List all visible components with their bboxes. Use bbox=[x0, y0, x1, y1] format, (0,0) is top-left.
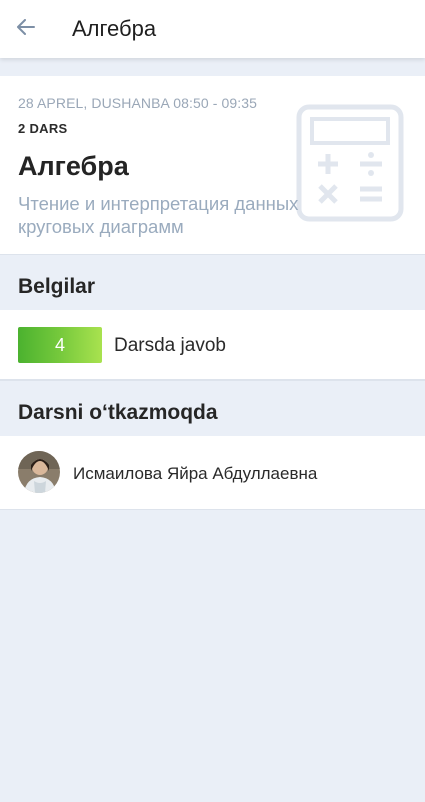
teacher-name: Исмаилова Яйра Абдуллаевна bbox=[73, 464, 318, 483]
lesson-number: 2 DARS bbox=[18, 121, 68, 136]
teacher-section-header: Darsni o‘tkazmoqda bbox=[0, 380, 425, 436]
lesson-topic: Чтение и интерпретация данных круговых д… bbox=[18, 193, 299, 237]
marks-section-title: Belgilar bbox=[18, 275, 96, 298]
lesson-card: 28 APREL, DUSHANBA 08:50 - 09:35 2 DARS … bbox=[0, 76, 425, 254]
teacher-row[interactable]: Исмаилова Яйра Абдуллаевна bbox=[0, 436, 425, 510]
teacher-section-title: Darsni o‘tkazmoqda bbox=[18, 401, 218, 424]
page-title: Алгебра bbox=[72, 16, 157, 41]
grade-row[interactable]: 4 Darsda javob bbox=[0, 310, 425, 380]
teacher-avatar bbox=[18, 451, 60, 493]
arrow-left-icon bbox=[16, 18, 36, 40]
app-bar: Алгебра bbox=[0, 0, 425, 58]
lesson-date-time: 28 APREL, DUSHANBA 08:50 - 09:35 bbox=[18, 95, 257, 111]
lesson-subject: Алгебра bbox=[18, 151, 129, 181]
marks-section-header: Belgilar bbox=[0, 254, 425, 310]
grade-label: Darsda javob bbox=[114, 335, 226, 356]
grade-badge: 4 bbox=[18, 327, 102, 363]
back-button[interactable] bbox=[0, 0, 52, 58]
